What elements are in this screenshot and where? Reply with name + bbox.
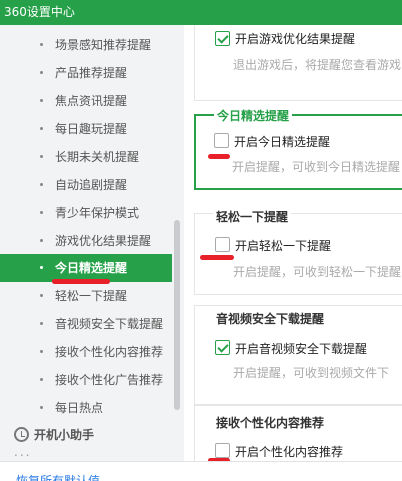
annotation-underline — [52, 279, 110, 284]
sidebar-item-relax[interactable]: 轻松一下提醒 — [0, 282, 172, 310]
game-optimize-checkbox-label[interactable]: 开启游戏优化结果提醒 — [235, 30, 355, 47]
av-download-card: 音视频安全下载提醒 开启音视频安全下载提醒 开启提醒，可收到视频文件下 — [194, 305, 402, 405]
personal-content-title: 接收个性化内容推荐 — [213, 414, 328, 431]
av-download-checkbox-label[interactable]: 开启音视频安全下载提醒 — [235, 340, 367, 357]
av-download-title: 音视频安全下载提醒 — [213, 310, 328, 327]
sidebar-group-label: 开机小助手 — [34, 428, 95, 442]
sidebar-item-label: 今日精选提醒 — [55, 261, 128, 275]
bullet-icon — [40, 211, 43, 214]
sidebar-item-label: 场景感知推荐提醒 — [55, 38, 152, 52]
relax-checkbox[interactable] — [215, 237, 230, 252]
today-picks-card: 今日精选提醒 开启今日精选提醒 开启提醒，可收到今日精选提醒 — [194, 107, 402, 190]
sidebar-item-label: 游戏优化结果提醒 — [55, 234, 152, 248]
game-optimize-hint: 退出游戏后，将提醒您查看游戏 — [233, 58, 402, 72]
sidebar-item-personal-content[interactable]: 接收个性化内容推荐 — [0, 338, 172, 366]
more-indicator: ... — [14, 445, 32, 459]
personal-content-checkbox[interactable] — [215, 443, 230, 458]
bullet-icon — [40, 266, 43, 269]
sidebar-item-daily-fun[interactable]: 每日趣玩提醒 — [0, 115, 172, 143]
sidebar-item-focus-news[interactable]: 焦点资讯提醒 — [0, 87, 172, 115]
today-picks-checkbox[interactable] — [214, 133, 229, 148]
bullet-icon — [40, 378, 43, 381]
sidebar-item-label: 长期未关机提醒 — [55, 150, 140, 164]
bullet-icon — [40, 43, 43, 46]
bullet-icon — [40, 155, 43, 158]
sidebar-item-scene-recommend[interactable]: 场景感知推荐提醒 — [0, 31, 172, 59]
sidebar-item-label: 青少年保护模式 — [55, 206, 140, 220]
bullet-icon — [40, 127, 43, 130]
bullet-icon — [40, 350, 43, 353]
bullet-icon — [40, 71, 43, 74]
personal-content-checkbox-label[interactable]: 开启个性化内容推荐 — [235, 443, 343, 460]
bullet-icon — [40, 183, 43, 186]
sidebar-item-product-recommend[interactable]: 产品推荐提醒 — [0, 59, 172, 87]
sidebar-scrollbar[interactable] — [174, 220, 180, 410]
sidebar-item-daily-hot[interactable]: 每日热点 — [0, 394, 172, 422]
sidebar-item-label: 每日热点 — [55, 401, 104, 415]
sidebar-item-av-download[interactable]: 音视频安全下载提醒 — [0, 310, 172, 338]
sidebar-item-label: 轻松一下提醒 — [55, 289, 128, 303]
sidebar-item-label: 每日趣玩提醒 — [55, 122, 128, 136]
game-optimize-card: 开启游戏优化结果提醒 退出游戏后，将提醒您查看游戏 — [194, 25, 402, 101]
relax-checkbox-label[interactable]: 开启轻松一下提醒 — [235, 237, 331, 254]
sidebar-item-label: 产品推荐提醒 — [55, 66, 128, 80]
sidebar-item-game-optimize[interactable]: 游戏优化结果提醒 — [0, 227, 172, 255]
today-picks-title: 今日精选提醒 — [214, 107, 293, 124]
bullet-icon — [40, 322, 43, 325]
sidebar-item-long-uptime[interactable]: 长期未关机提醒 — [0, 143, 172, 171]
relax-title: 轻松一下提醒 — [213, 208, 292, 225]
sidebar-item-label: 音视频安全下载提醒 — [55, 317, 164, 331]
bullet-icon — [40, 239, 43, 242]
sidebar-item-label: 接收个性化广告推荐 — [55, 373, 164, 387]
sidebar-group-boot-assistant[interactable]: 开机小助手 — [0, 423, 172, 447]
relax-card: 轻松一下提醒 开启轻松一下提醒 开启提醒，可收到轻松一下提醒 — [194, 208, 402, 295]
bullet-icon — [40, 294, 43, 297]
window-title: 360设置中心 — [0, 0, 402, 25]
annotation-underline — [208, 154, 230, 159]
today-picks-hint: 开启提醒，可收到今日精选提醒 — [232, 160, 401, 174]
today-picks-checkbox-label[interactable]: 开启今日精选提醒 — [234, 133, 330, 150]
sidebar-item-label: 焦点资讯提醒 — [55, 94, 128, 108]
relax-hint: 开启提醒，可收到轻松一下提醒 — [233, 265, 402, 279]
settings-content: 开启游戏优化结果提醒 退出游戏后，将提醒您查看游戏 今日精选提醒 开启今日精选提… — [194, 25, 402, 461]
av-download-checkbox[interactable] — [215, 340, 230, 355]
bullet-icon — [40, 99, 43, 102]
clock-icon — [14, 427, 29, 442]
av-download-hint: 开启提醒，可收到视频文件下 — [233, 366, 390, 380]
sidebar-item-today-picks[interactable]: 今日精选提醒 — [0, 254, 172, 282]
bullet-icon — [40, 406, 43, 409]
restore-defaults-link[interactable]: 恢复所有默认值 — [16, 472, 100, 481]
sidebar: 场景感知推荐提醒 产品推荐提醒 焦点资讯提醒 每日趣玩提醒 长期未关机提醒 自动… — [0, 25, 184, 461]
sidebar-item-teen-mode[interactable]: 青少年保护模式 — [0, 199, 172, 227]
sidebar-item-personal-ads[interactable]: 接收个性化广告推荐 — [0, 366, 172, 394]
personal-content-card: 接收个性化内容推荐 开启个性化内容推荐 — [194, 405, 402, 461]
footer: 恢复所有默认值 — [0, 461, 402, 481]
sidebar-item-label: 自动追剧提醒 — [55, 178, 128, 192]
annotation-underline — [200, 255, 234, 260]
sidebar-item-auto-series[interactable]: 自动追剧提醒 — [0, 171, 172, 199]
game-optimize-checkbox[interactable] — [215, 31, 230, 46]
sidebar-item-label: 接收个性化内容推荐 — [55, 345, 164, 359]
